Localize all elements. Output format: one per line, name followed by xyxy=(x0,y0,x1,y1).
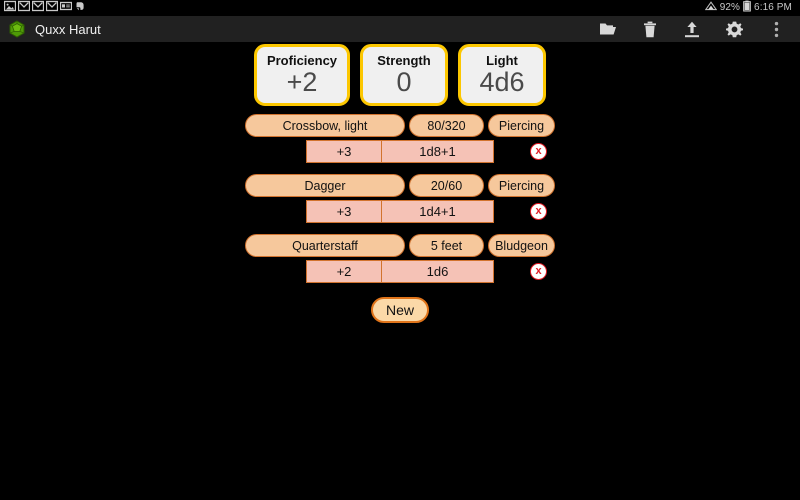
stat-card-proficiency[interactable]: Proficiency +2 xyxy=(254,44,350,106)
app-title: Quxx Harut xyxy=(35,21,101,37)
weapon-attack-bonus-field[interactable]: +3 xyxy=(306,140,382,163)
stat-value: 0 xyxy=(396,67,412,97)
app-title-bar: Quxx Harut xyxy=(0,16,800,42)
weapon-damage-field[interactable]: 1d8+1 xyxy=(382,140,494,163)
status-bar-system: 92% 6:16 PM xyxy=(704,0,796,17)
weapon-attack-bonus-field[interactable]: +3 xyxy=(306,200,382,223)
weapon-attack-bonus-field[interactable]: +2 xyxy=(306,260,382,283)
weapon-range-field[interactable]: 20/60 xyxy=(409,174,484,197)
weapon-rolls: +3 1d8+1 xyxy=(0,140,800,163)
weapon-name-field[interactable]: Dagger xyxy=(245,174,405,197)
new-weapon-button[interactable]: New xyxy=(371,297,429,323)
weapon-damage-field[interactable]: 1d4+1 xyxy=(382,200,494,223)
more-vertical-icon[interactable] xyxy=(766,19,786,39)
weapon-row: Crossbow, light 80/320 Piercing +3 1d8+1… xyxy=(0,114,800,174)
weapon-damage-field[interactable]: 1d6 xyxy=(382,260,494,283)
delete-weapon-button[interactable]: x xyxy=(530,263,547,280)
stat-value: 4d6 xyxy=(479,67,525,97)
gmail-icon-3 xyxy=(45,0,59,17)
open-folder-button[interactable] xyxy=(598,19,618,39)
clock-label: 6:16 PM xyxy=(754,2,792,13)
weapon-range-field[interactable]: 5 feet xyxy=(409,234,484,257)
weapon-list: Crossbow, light 80/320 Piercing +3 1d8+1… xyxy=(0,114,800,294)
weapon-row: Dagger 20/60 Piercing +3 1d4+1 x xyxy=(0,174,800,234)
gmail-icon-1 xyxy=(17,0,31,17)
weapon-rolls: +3 1d4+1 xyxy=(0,200,800,223)
action-toolbar xyxy=(598,19,794,39)
wifi-icon xyxy=(704,0,717,17)
stat-card-light[interactable]: Light 4d6 xyxy=(458,44,546,106)
delete-weapon-button[interactable]: x xyxy=(530,143,547,160)
weapon-attributes: Quarterstaff 5 feet Bludgeon xyxy=(0,234,800,257)
weapon-damage-type-field[interactable]: Piercing xyxy=(488,174,555,197)
weapon-rolls: +2 1d6 xyxy=(0,260,800,283)
status-bar-notifications xyxy=(3,0,86,17)
stat-label: Strength xyxy=(377,53,431,68)
weapon-row: Quarterstaff 5 feet Bludgeon +2 1d6 x xyxy=(0,234,800,294)
gear-icon[interactable] xyxy=(724,19,744,39)
stat-value: +2 xyxy=(286,67,318,97)
delete-weapon-button[interactable]: x xyxy=(530,203,547,220)
stat-label: Light xyxy=(486,53,518,68)
main-content: Proficiency +2 Strength 0 Light 4d6 Cros… xyxy=(0,42,800,500)
gmail-icon-2 xyxy=(31,0,45,17)
weapon-attributes: Dagger 20/60 Piercing xyxy=(0,174,800,197)
battery-icon xyxy=(743,0,751,17)
d20-dice-icon xyxy=(8,20,26,38)
photo-icon xyxy=(3,0,17,17)
weapon-name-field[interactable]: Crossbow, light xyxy=(245,114,405,137)
status-bar: 92% 6:16 PM xyxy=(0,0,800,16)
stat-card-row: Proficiency +2 Strength 0 Light 4d6 xyxy=(0,42,800,106)
battery-percent-label: 92% xyxy=(719,2,741,13)
trash-icon[interactable] xyxy=(640,19,660,39)
new-weapon-row: New xyxy=(0,297,800,323)
stat-card-strength[interactable]: Strength 0 xyxy=(360,44,448,106)
weapon-attributes: Crossbow, light 80/320 Piercing xyxy=(0,114,800,137)
weapon-range-field[interactable]: 80/320 xyxy=(409,114,484,137)
stat-label: Proficiency xyxy=(266,53,338,68)
evernote-icon xyxy=(74,0,86,17)
weapon-damage-type-field[interactable]: Bludgeon xyxy=(488,234,555,257)
weapon-name-field[interactable]: Quarterstaff xyxy=(245,234,405,257)
contact-card-icon xyxy=(59,0,73,17)
weapon-damage-type-field[interactable]: Piercing xyxy=(488,114,555,137)
upload-icon[interactable] xyxy=(682,19,702,39)
